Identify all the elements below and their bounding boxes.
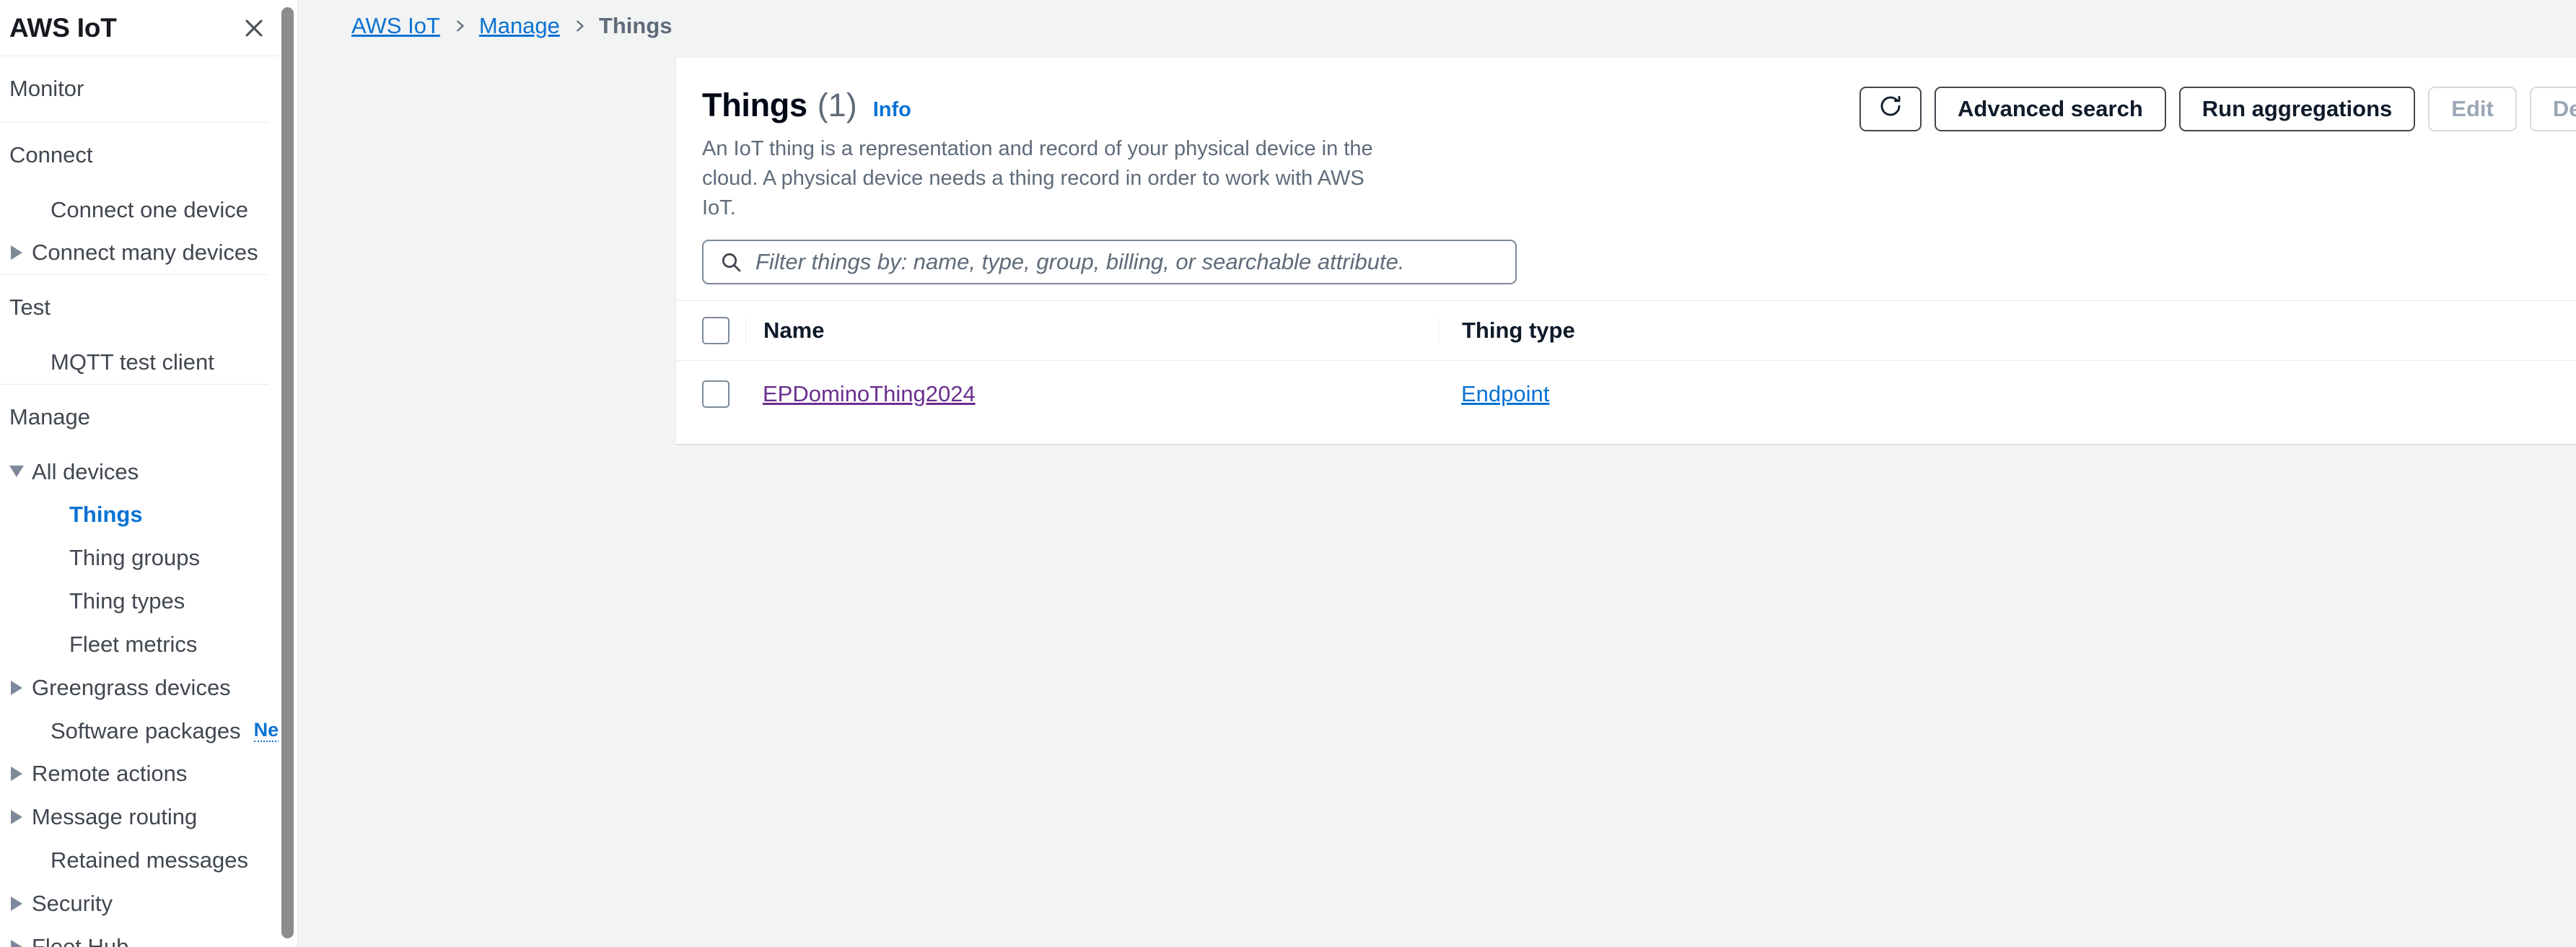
chevron-right-icon [452,18,468,34]
sidebar-item-remote-actions[interactable]: Remote actions [0,752,297,795]
sidebar-scrollbar-thumb[interactable] [281,7,294,938]
panel-footer-space [676,427,2576,445]
nav-heading-test: Test [9,294,51,320]
edit-button[interactable]: Edit [2428,87,2517,131]
sidebar-item-connect-many-devices[interactable]: Connect many devices [0,231,297,274]
column-header-label: Name [745,317,1438,344]
app-root: AWS IoT Monitor Connect Connect one devi… [0,0,2576,947]
nav-heading-connect: Connect [9,141,93,167]
row-select-cell [676,360,745,427]
sidebar-item-label: Remote actions [32,761,188,787]
sidebar-service-title: AWS IoT [9,12,117,43]
table-row: EPDominoThing2024 Endpoint [676,360,2576,427]
sidebar-item-security[interactable]: Security [0,882,297,925]
refresh-button[interactable] [1859,87,1922,131]
row-name-cell: EPDominoThing2024 [745,360,1438,427]
filter-row: 1 [676,224,2576,300]
nav-heading-manage: Manage [9,403,91,429]
sidebar-header: AWS IoT [0,0,297,56]
sidebar-item-monitor[interactable]: Monitor [0,56,297,122]
search-icon [719,250,742,274]
refresh-icon [1878,93,1903,125]
breadcrumb-item-aws-iot[interactable]: AWS IoT [351,13,440,39]
sidebar-item-label: MQTT test client [51,349,214,375]
nav-section-monitor: Monitor [0,56,297,122]
sidebar-item-label: Fleet metrics [69,631,198,657]
thing-name-link[interactable]: EPDominoThing2024 [763,381,976,406]
advanced-search-button[interactable]: Advanced search [1935,87,2166,131]
sidebar-item-label: Software packages [51,717,241,743]
sidebar-resize-handle[interactable] [297,0,307,947]
chevron-right-icon[interactable] [9,245,29,261]
select-all-checkbox[interactable] [702,317,730,345]
chevron-right-icon[interactable] [9,896,29,911]
sidebar-item-mqtt-test-client[interactable]: MQTT test client [0,341,297,384]
sidebar: AWS IoT Monitor Connect Connect one devi… [0,0,297,947]
chevron-right-icon [571,18,587,34]
sidebar-item-label: Connect one device [51,196,249,222]
sidebar-item-label: Thing types [69,588,185,614]
sidebar-item-thing-groups[interactable]: Thing groups [0,536,297,580]
sidebar-item-label: Security [32,890,113,916]
close-icon[interactable] [240,14,268,43]
chevron-right-icon[interactable] [9,680,29,695]
row-select-checkbox[interactable] [702,380,730,409]
sidebar-item-fleet-metrics[interactable]: Fleet metrics [0,623,297,666]
sidebar-item-label: Message routing [32,804,198,830]
breadcrumb-item-manage[interactable]: Manage [479,13,560,39]
sidebar-item-greengrass-devices[interactable]: Greengrass devices [0,666,297,710]
page-title: Things [702,87,807,123]
sidebar-item-thing-types[interactable]: Thing types [0,580,297,623]
column-header-thing-type[interactable]: Thing type [1438,300,2576,362]
sidebar-item-label: Connect many devices [32,240,258,266]
sidebar-item-things[interactable]: Things [0,493,297,536]
breadcrumb-item-things: Things [598,13,673,38]
panel-header-text: Things (1) Info An IoT thing is a repres… [702,84,1395,224]
chevron-down-icon[interactable] [9,464,29,479]
sidebar-item-fleet-hub[interactable]: Fleet Hub [0,925,297,947]
sidebar-item-label: Things [69,502,143,528]
sidebar-item-label: Greengrass devices [32,674,231,700]
sidebar-item-label: Fleet Hub [32,933,129,947]
chevron-right-icon[interactable] [9,767,29,782]
select-all-header [676,300,745,362]
table-header-row: Name Thing type [676,300,2576,362]
sidebar-scrollbar[interactable] [279,0,297,947]
chevron-right-icon[interactable] [9,810,29,825]
things-table: Name Thing type EPDominoThing2024 Endpoi… [676,300,2576,427]
search-box[interactable] [702,239,1517,284]
sidebar-item-retained-messages[interactable]: Retained messages [0,839,297,882]
title-row: Things (1) Info [702,87,1395,124]
search-input[interactable] [755,248,1499,275]
thing-type-link[interactable]: Endpoint [1461,381,1549,406]
row-thing-type-cell: Endpoint [1438,360,2576,427]
run-aggregations-button[interactable]: Run aggregations [2178,87,2416,131]
nav-section-manage: Manage All devices Things Thing groups T… [0,385,297,947]
table-header: Name Thing type [676,300,2576,362]
things-panel: Things (1) Info An IoT thing is a repres… [676,58,2576,445]
things-count: (1) [817,87,857,123]
nav-section-connect: Connect Connect one device Connect many … [0,123,297,274]
panel-header: Things (1) Info An IoT thing is a repres… [676,58,2576,224]
table-body: EPDominoThing2024 Endpoint [676,360,2576,427]
page-description: An IoT thing is a representation and rec… [702,137,1373,220]
panel-actions: Advanced search Run aggregations Edit De… [1859,84,2576,131]
main-content: AWS IoT Manage Things Things (1) Info An… [307,0,2576,947]
info-link[interactable]: Info [873,98,911,122]
nav-section-test: Test MQTT test client [0,275,297,384]
breadcrumb: AWS IoT Manage Things [307,0,2576,43]
sidebar-item-label: Retained messages [51,847,248,873]
sidebar-item-label: Thing groups [69,545,200,571]
sidebar-item-message-routing[interactable]: Message routing [0,795,297,839]
sidebar-item-all-devices[interactable]: All devices [0,450,297,494]
column-header-label: Thing type [1438,317,2576,344]
sidebar-item-connect-one-device[interactable]: Connect one device [0,188,297,232]
delete-button[interactable]: Delete [2529,87,2576,131]
column-header-name[interactable]: Name [745,300,1438,362]
sidebar-item-label: All devices [32,458,139,484]
chevron-right-icon[interactable] [9,939,29,947]
sidebar-item-software-packages[interactable]: Software packages New [0,710,297,753]
